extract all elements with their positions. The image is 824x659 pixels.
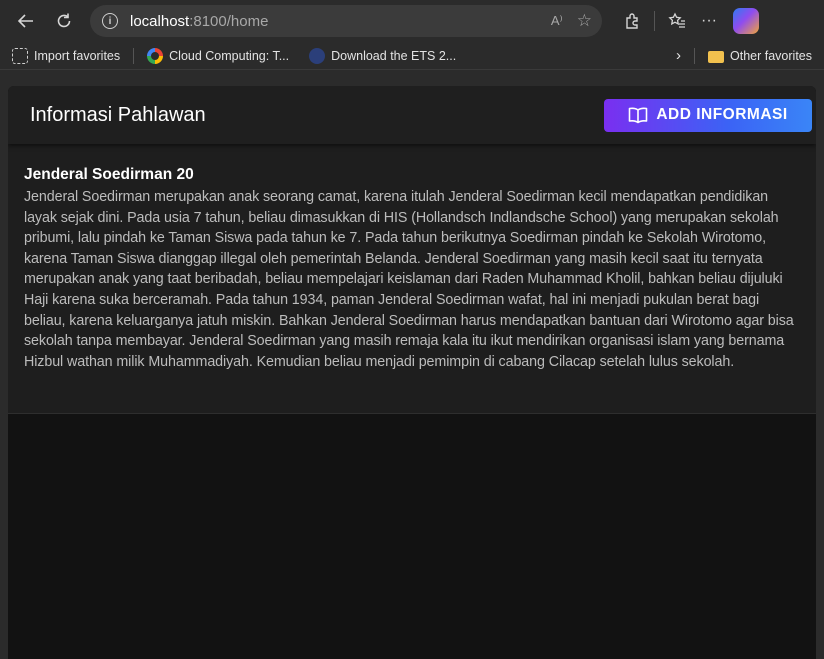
app-header: Informasi Pahlawan ADD INFORMASI: [8, 86, 816, 144]
add-informasi-button[interactable]: ADD INFORMASI: [604, 98, 812, 132]
app-viewport: Informasi Pahlawan ADD INFORMASI Jendera…: [8, 86, 816, 659]
list-item[interactable]: Jenderal Soedirman 20 Jenderal Soedirman…: [8, 144, 816, 414]
page-title: Informasi Pahlawan: [30, 103, 206, 126]
refresh-icon[interactable]: [48, 5, 80, 37]
bookmark-label: Import favorites: [34, 48, 121, 63]
bookmark-download-ets[interactable]: Download the ETS 2...: [309, 47, 457, 64]
browser-toolbar: i localhost:8100/home A⁾ ☆ ···: [0, 0, 824, 42]
browser-window: i localhost:8100/home A⁾ ☆ ··· Import fa…: [0, 0, 824, 659]
url-text: localhost:8100/home: [130, 12, 269, 30]
favorites-icon[interactable]: [661, 5, 693, 37]
folder-icon: [708, 50, 725, 63]
bookmarks-right: › Other favorites: [676, 47, 812, 64]
import-icon: [12, 47, 28, 64]
item-title: Jenderal Soedirman 20: [24, 166, 194, 183]
bookmark-label: Download the ETS 2...: [331, 48, 457, 63]
toolbar-separator: [654, 11, 655, 31]
copilot-icon[interactable]: [733, 8, 759, 34]
add-button-label: ADD INFORMASI: [656, 106, 788, 123]
bookmark-separator: [133, 47, 135, 64]
read-aloud-icon[interactable]: A⁾: [551, 13, 563, 29]
google-icon: [147, 47, 164, 64]
ets-icon: [309, 47, 326, 64]
back-icon[interactable]: [10, 5, 42, 37]
bookmarks-bar: Import favorites Cloud Computing: T... D…: [0, 42, 824, 70]
bookmark-other-favorites[interactable]: Other favorites: [708, 49, 812, 63]
bookmark-separator: [694, 47, 696, 64]
address-bar[interactable]: i localhost:8100/home A⁾ ☆: [90, 5, 602, 37]
site-info-icon[interactable]: i: [102, 13, 118, 29]
chevron-right-icon[interactable]: ›: [676, 47, 681, 64]
item-description: Jenderal Soedirman merupakan anak seoran…: [24, 189, 794, 370]
favorite-star-icon[interactable]: ☆: [577, 11, 592, 31]
bookmark-cloud-computing[interactable]: Cloud Computing: T...: [147, 47, 290, 64]
bookmark-label: Cloud Computing: T...: [169, 48, 290, 63]
book-icon: [629, 107, 648, 124]
more-menu-icon[interactable]: ···: [693, 5, 725, 37]
bookmark-label: Other favorites: [730, 48, 812, 63]
toolbar-right: ···: [616, 5, 759, 37]
bookmark-import-favorites[interactable]: Import favorites: [12, 47, 121, 64]
extensions-icon[interactable]: [616, 5, 648, 37]
